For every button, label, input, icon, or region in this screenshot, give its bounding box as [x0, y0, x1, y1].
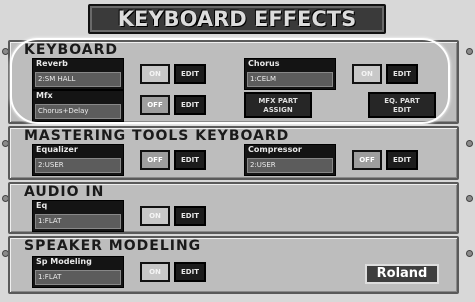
equalizer-param[interactable]: Equalizer 2:USER: [32, 144, 124, 176]
page-title: KEYBOARD EFFECTS: [88, 4, 386, 34]
mastering-panel: MASTERING TOOLS KEYBOARD Equalizer 2:USE…: [8, 126, 459, 180]
mastering-heading: MASTERING TOOLS KEYBOARD: [24, 128, 290, 144]
compressor-param[interactable]: Compressor 2:USER: [244, 144, 336, 176]
speaker-modeling-heading: SPEAKER MODELING: [24, 238, 202, 254]
audio-eq-toggle[interactable]: ON: [140, 206, 170, 226]
audio-in-heading: AUDIO IN: [24, 184, 105, 200]
compressor-value: 2:USER: [247, 158, 333, 173]
audio-in-panel: AUDIO IN Eq 1:FLAT ON EDIT: [8, 182, 459, 234]
sp-modeling-value: 1:FLAT: [35, 270, 121, 285]
roland-logo: Roland: [365, 264, 439, 284]
audio-eq-value: 1:FLAT: [35, 214, 121, 229]
right-bolt: [466, 48, 473, 55]
sp-modeling-toggle[interactable]: ON: [140, 262, 170, 282]
speaker-modeling-panel: SPEAKER MODELING Sp Modeling 1:FLAT ON E…: [8, 236, 459, 294]
compressor-toggle[interactable]: OFF: [352, 150, 382, 170]
equalizer-edit-button[interactable]: EDIT: [174, 150, 206, 170]
sp-modeling-edit-button[interactable]: EDIT: [174, 262, 206, 282]
audio-eq-edit-button[interactable]: EDIT: [174, 206, 206, 226]
compressor-edit-button[interactable]: EDIT: [386, 150, 418, 170]
right-bolt: [466, 195, 473, 202]
highlight-outline: [10, 38, 450, 124]
audio-eq-param[interactable]: Eq 1:FLAT: [32, 200, 124, 232]
equalizer-toggle[interactable]: OFF: [140, 150, 170, 170]
sp-modeling-param[interactable]: Sp Modeling 1:FLAT: [32, 256, 124, 288]
right-bolt: [466, 250, 473, 257]
equalizer-value: 2:USER: [35, 158, 121, 173]
right-bolt: [466, 140, 473, 147]
